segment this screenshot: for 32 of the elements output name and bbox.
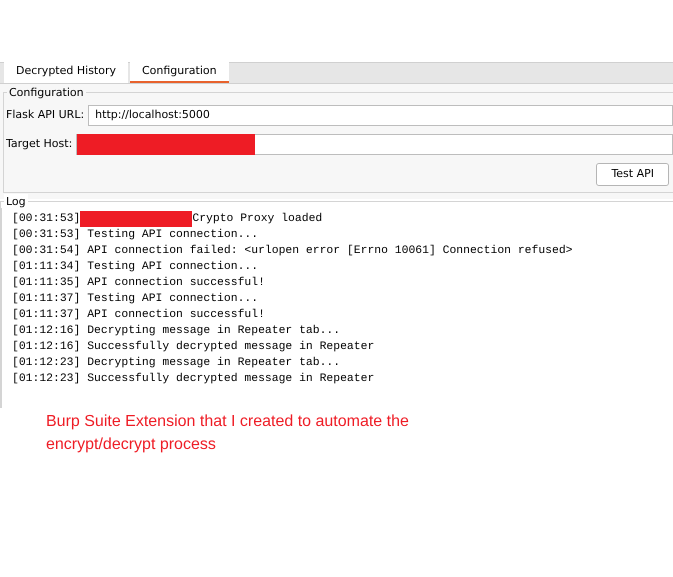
log-message: Decrypting message in Repeater tab...	[87, 324, 340, 338]
log-time: [01:11:34]	[12, 260, 80, 274]
input-field[interactable]: http://localhost:5000	[88, 105, 673, 126]
log-message: Testing API connection...	[87, 260, 258, 274]
input-field[interactable]	[76, 134, 673, 155]
tab[interactable]: Configuration	[130, 62, 229, 83]
log-message: API connection successful!	[87, 308, 265, 322]
log-time: [00:31:53]	[12, 212, 80, 226]
log-time: [00:31:54]	[12, 244, 80, 258]
log-time: [01:11:37]	[12, 308, 80, 322]
log-message: Crypto Proxy loaded	[192, 212, 322, 226]
tab[interactable]: Decrypted History	[4, 62, 128, 83]
log-time: [01:11:35]	[12, 276, 80, 290]
log-time: [00:31:53]	[12, 228, 80, 242]
log-time: [01:11:37]	[12, 292, 80, 306]
panel-title: Configuration	[7, 85, 86, 102]
log-message: API connection successful!	[87, 276, 265, 290]
log-time: [01:12:23]	[12, 356, 80, 370]
log-message: Testing API connection...	[87, 228, 258, 242]
log-message: API connection failed: <urlopen error [Errno 10061] Connection refused>	[87, 244, 573, 258]
field-label: Target Host:	[6, 136, 72, 152]
log-message: Successfully decrypted message in Repeater	[87, 340, 374, 354]
log-message: Testing API connection...	[87, 292, 258, 306]
log-message: Successfully decrypted message in Repeater	[87, 372, 374, 386]
log-time: [01:12:23]	[12, 372, 80, 386]
panel-title: Log	[4, 194, 28, 210]
field-label: Flask API URL:	[6, 107, 84, 124]
log-message: Decrypting message in Repeater tab...	[87, 356, 340, 370]
log-time: [01:12:16]	[12, 340, 80, 354]
caption-text: Burp Suite Extension that I created to automate the encrypt/decrypt process	[45, 412, 410, 454]
test-api-button[interactable]: Test API	[596, 163, 669, 186]
log-time: [01:12:16]	[12, 324, 80, 338]
